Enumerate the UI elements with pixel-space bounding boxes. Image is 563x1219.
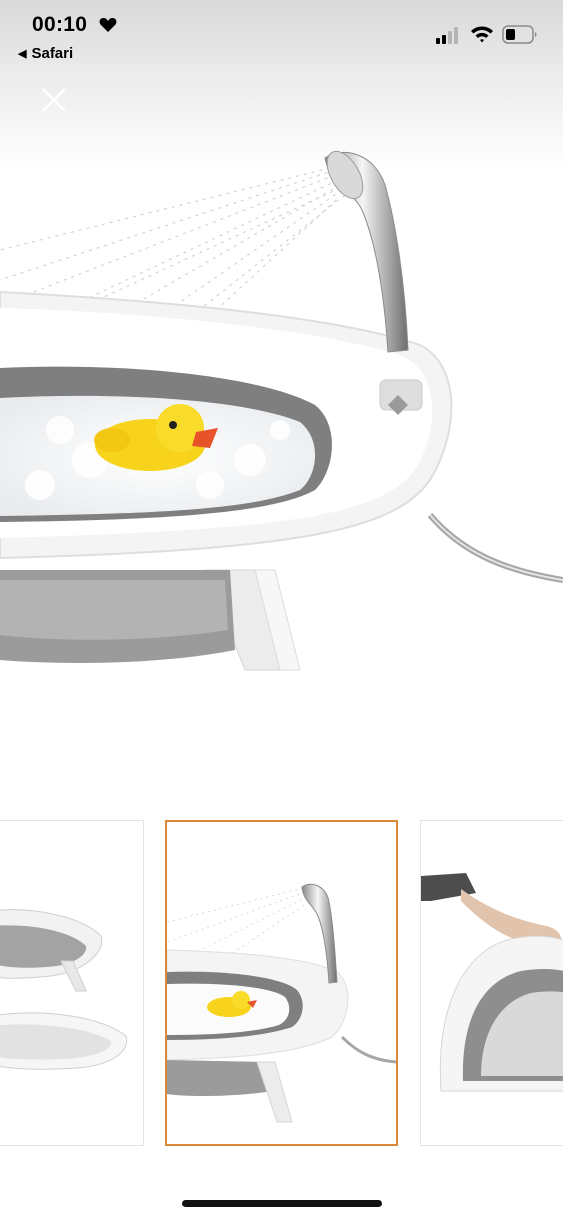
thumbnail-hand-holding-bathtub[interactable] [420, 820, 563, 1146]
heart-icon [99, 17, 117, 32]
thumbnail-two-folding-bathtubs[interactable] [0, 820, 144, 1146]
hero-product-image[interactable] [0, 130, 563, 690]
battery-icon [502, 25, 537, 44]
back-app-label: Safari [31, 45, 74, 62]
shower-head [324, 150, 409, 353]
back-to-app-link[interactable]: ◀ Safari [18, 45, 73, 62]
close-icon[interactable] [38, 84, 70, 116]
thumbnail-strip [0, 818, 563, 1150]
status-bar: 00:10 ◀ Safari [0, 0, 563, 70]
cellular-signal-icon [436, 27, 458, 44]
home-indicator [182, 1200, 382, 1207]
thumbnail-bathtub-with-shower-and-duck[interactable] [165, 820, 398, 1146]
status-time: 00:10 [32, 13, 88, 36]
wifi-icon [471, 26, 493, 43]
back-caret-icon: ◀ [18, 48, 27, 60]
